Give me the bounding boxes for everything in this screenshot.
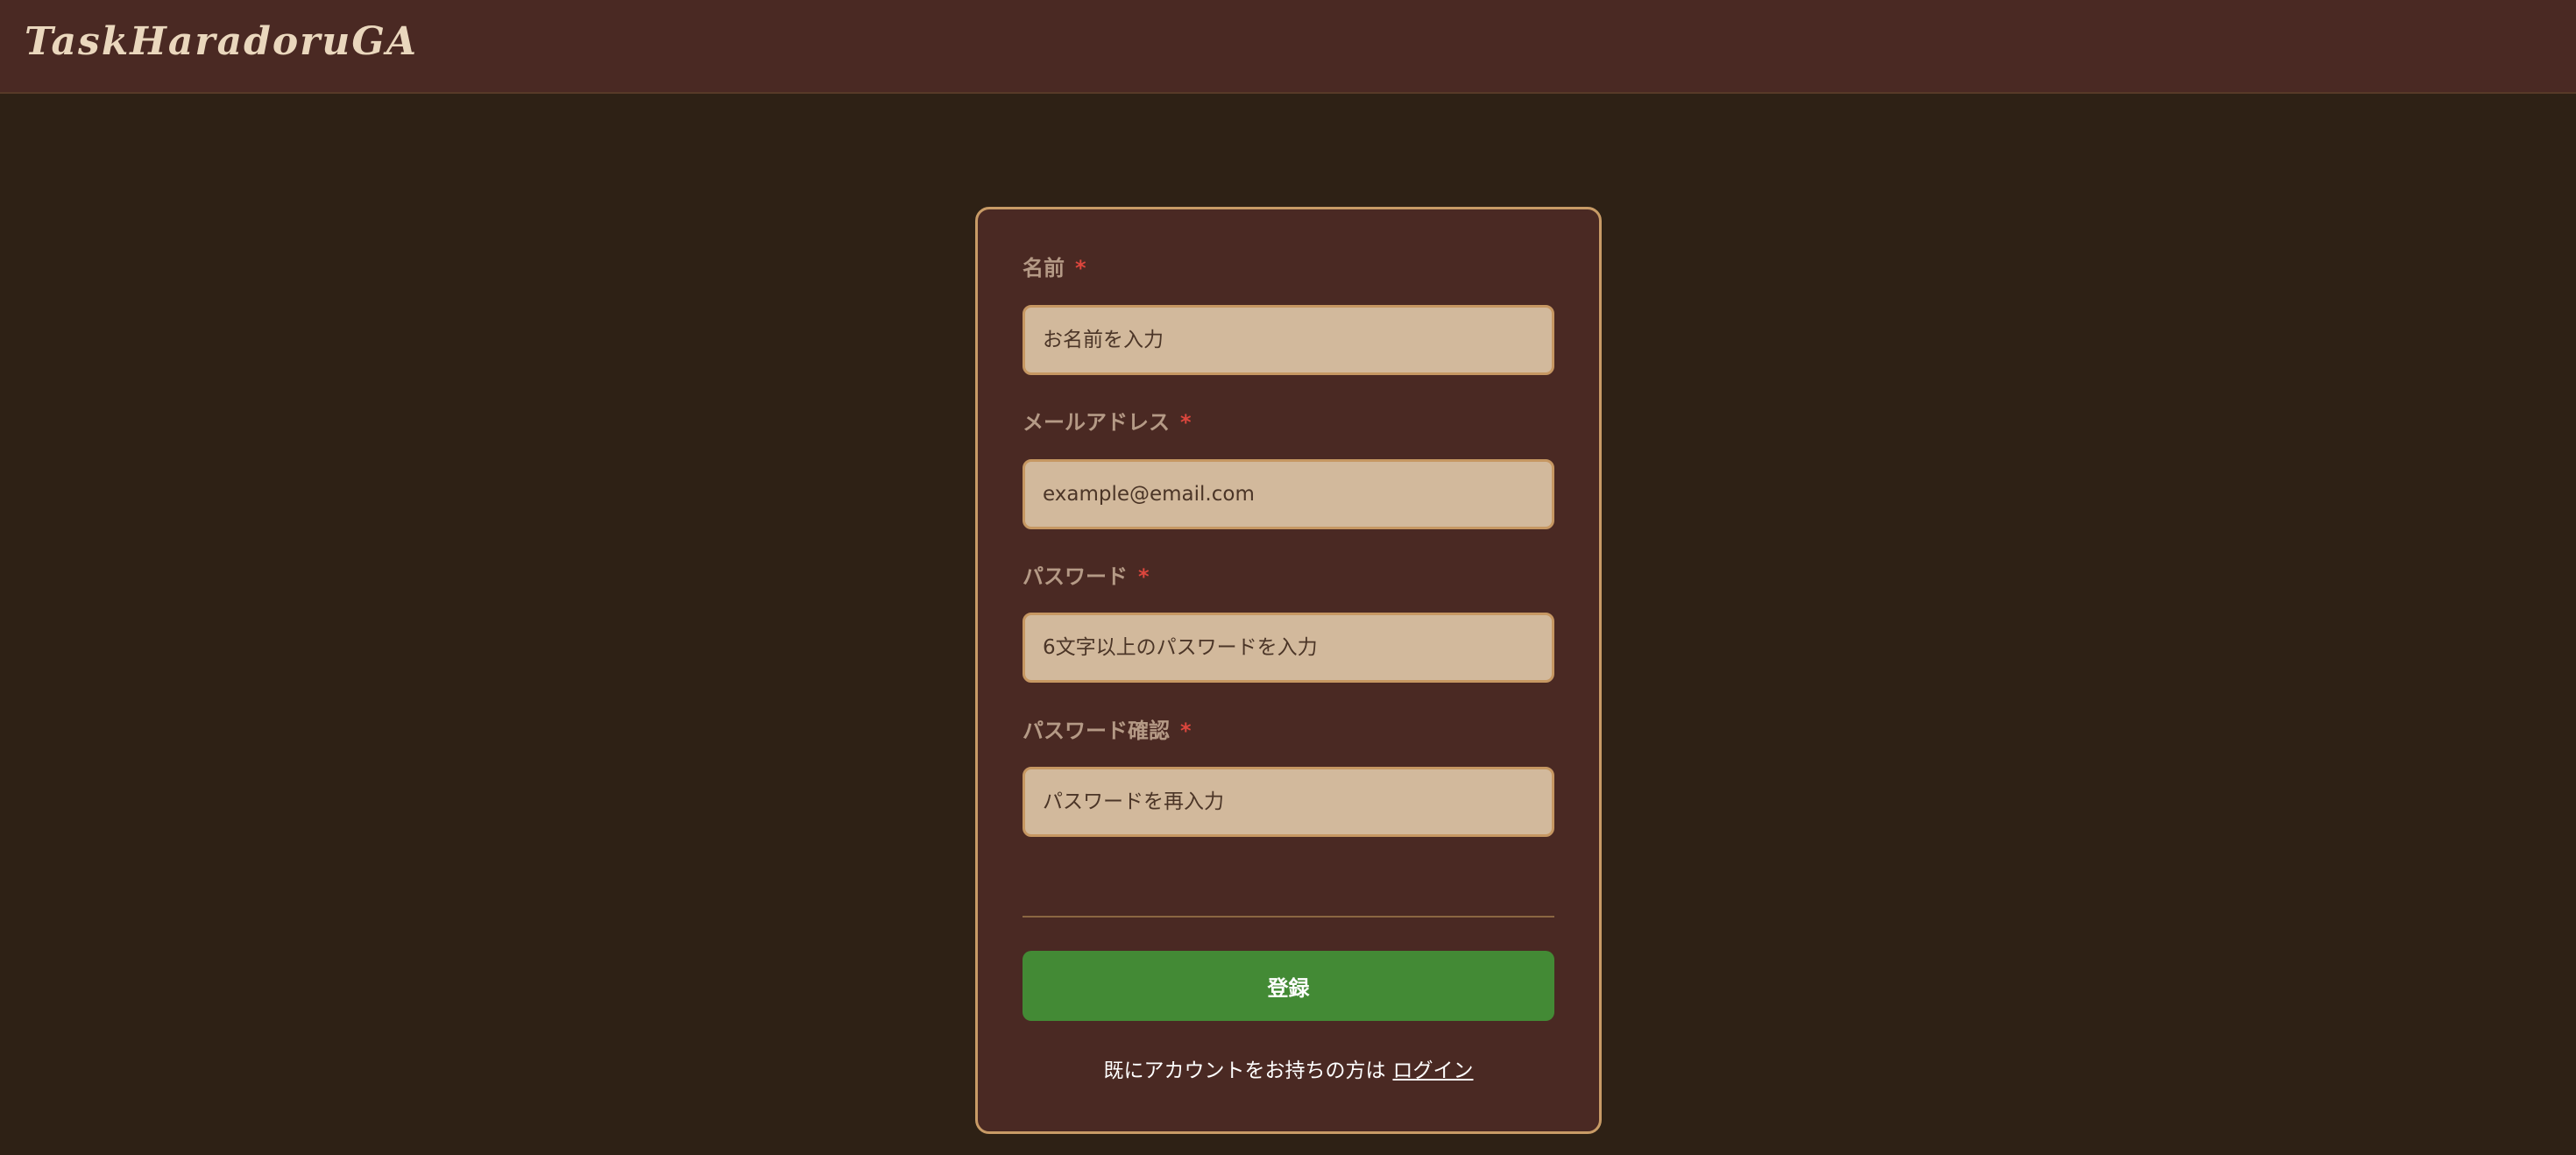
login-prompt-text: 既にアカウントをお持ちの方は (1103, 1059, 1386, 1082)
login-link[interactable]: ログイン (1393, 1059, 1474, 1082)
password-label-text: パスワード (1023, 564, 1128, 589)
email-label-text: メールアドレス (1023, 410, 1170, 435)
password-confirm-label-text: パスワード確認 (1023, 719, 1170, 743)
name-input[interactable] (1023, 305, 1554, 375)
login-prompt: 既にアカウントをお持ちの方は ログイン (978, 1056, 1599, 1086)
password-confirm-required-mark: * (1180, 719, 1192, 743)
app-logo[interactable]: TaskHaradoruGA (25, 16, 418, 68)
registration-card: 名前 * メールアドレス * パスワード * パスワード確認 * 登録 既にアカウントを… (975, 207, 1602, 1134)
password-confirm-input[interactable] (1023, 767, 1554, 837)
name-label: 名前 * (1023, 254, 1086, 282)
email-input[interactable] (1023, 459, 1554, 529)
email-required-mark: * (1180, 410, 1192, 435)
email-label: メールアドレス * (1023, 408, 1192, 436)
register-button[interactable]: 登録 (1023, 951, 1554, 1021)
app-header: TaskHaradoruGA (0, 0, 2576, 94)
name-required-mark: * (1075, 256, 1086, 280)
password-input[interactable] (1023, 613, 1554, 683)
password-label: パスワード * (1023, 563, 1150, 591)
password-confirm-label: パスワード確認 * (1023, 717, 1192, 745)
name-label-text: 名前 (1023, 256, 1065, 280)
form-divider (1023, 916, 1554, 918)
password-required-mark: * (1138, 564, 1150, 589)
